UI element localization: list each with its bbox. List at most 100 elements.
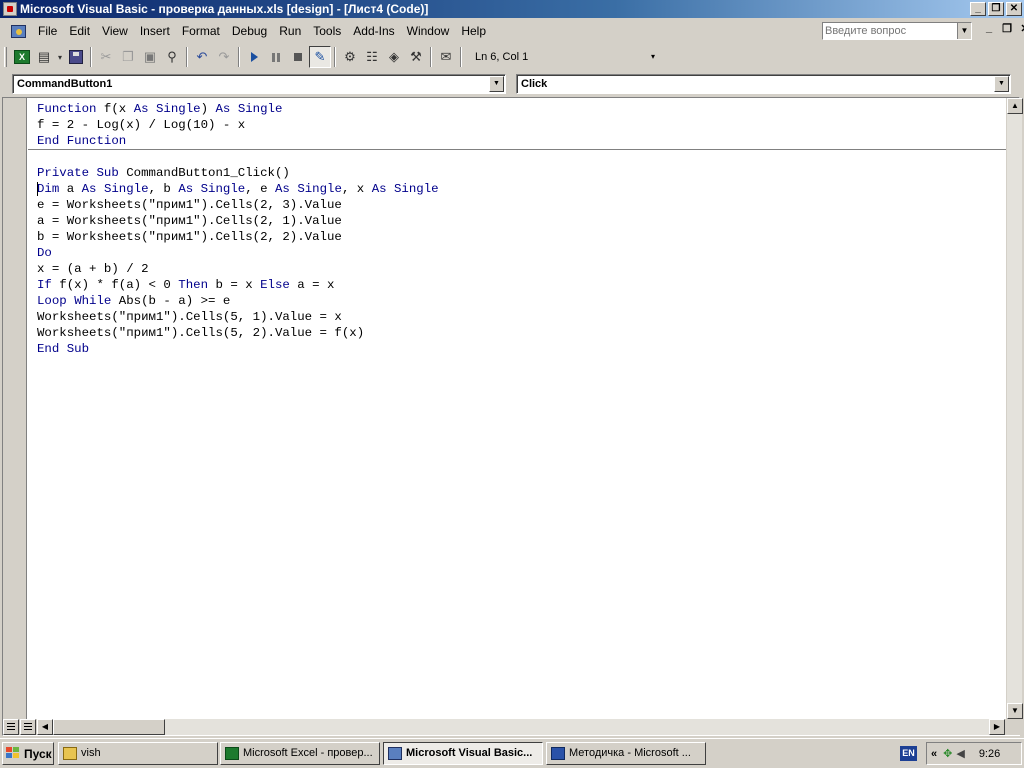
menu-file[interactable]: File — [32, 21, 63, 41]
code-line[interactable]: End Sub — [37, 341, 89, 357]
taskbar: Пуск vish Microsoft Excel - провер... Mi… — [0, 738, 1024, 768]
excel-icon — [225, 747, 239, 760]
redo-button[interactable]: ↷ — [213, 46, 235, 68]
copy-button[interactable]: ❐ — [117, 46, 139, 68]
insert-dropdown-button[interactable]: ▾ — [55, 46, 65, 68]
save-icon — [69, 50, 83, 64]
code-line[interactable]: If f(x) * f(a) < 0 Then b = x Else a = x — [37, 277, 334, 293]
paste-button[interactable]: ▣ — [139, 46, 161, 68]
code-window-icon[interactable] — [10, 23, 26, 39]
scroll-down-icon[interactable]: ▼ — [1007, 703, 1023, 719]
object-combo[interactable]: CommandButton1 ▼ — [12, 74, 506, 94]
toolbar-options-icon[interactable]: ▾ — [651, 47, 655, 67]
code-line[interactable]: End Function — [37, 133, 126, 149]
procedure-separator — [28, 149, 1006, 150]
design-mode-button[interactable]: ✎ — [309, 46, 331, 68]
menu-insert[interactable]: Insert — [134, 21, 176, 41]
window-title: Microsoft Visual Basic - проверка данных… — [20, 2, 429, 16]
word-icon — [551, 747, 565, 760]
vertical-scrollbar[interactable]: ▲ ▼ — [1006, 98, 1023, 719]
code-window-combos: CommandButton1 ▼ Click ▼ — [0, 72, 1024, 96]
help-dropdown-icon[interactable]: ▼ — [957, 23, 971, 39]
menu-window[interactable]: Window — [401, 21, 456, 41]
redo-icon: ↷ — [218, 49, 230, 64]
bottom-bar: ◀ ▶ — [3, 719, 1021, 735]
toolbar-separator — [90, 47, 92, 67]
code-line[interactable]: a = Worksheets("прим1").Cells(2, 1).Valu… — [37, 213, 342, 229]
code-editor[interactable]: Function f(x As Single) As Single f = 2 -… — [28, 98, 1006, 719]
procedure-combo-arrow-icon[interactable]: ▼ — [994, 76, 1009, 92]
document-controls: _ ❐ ✕ — [982, 22, 1024, 35]
menu-view[interactable]: View — [96, 21, 134, 41]
reset-button[interactable] — [287, 46, 309, 68]
code-line[interactable]: Loop While Abs(b - a) >= e — [37, 293, 230, 309]
office-assistant-button[interactable]: ✉ — [435, 46, 457, 68]
network-icon[interactable]: ✥ — [943, 747, 952, 760]
scroll-up-icon[interactable]: ▲ — [1007, 98, 1023, 114]
project-explorer-button[interactable]: ⚙ — [339, 46, 361, 68]
menu-tools[interactable]: Tools — [307, 21, 347, 41]
break-button[interactable] — [265, 46, 287, 68]
object-browser-button[interactable]: ◈ — [383, 46, 405, 68]
toolbar-separator — [238, 47, 240, 67]
taskbar-item-vish[interactable]: vish — [58, 742, 218, 765]
code-line[interactable]: x = (a + b) / 2 — [37, 261, 149, 277]
restore-button[interactable]: ❐ — [988, 2, 1004, 16]
menu-debug[interactable]: Debug — [226, 21, 273, 41]
taskbar-item-visual-basic[interactable]: Microsoft Visual Basic... — [383, 742, 543, 765]
procedure-combo[interactable]: Click ▼ — [516, 74, 1011, 94]
code-line[interactable]: Worksheets("прим1").Cells(5, 1).Value = … — [37, 309, 342, 325]
code-line[interactable]: f = 2 - Log(x) / Log(10) - x — [37, 117, 245, 133]
code-line[interactable]: Worksheets("прим1").Cells(5, 2).Value = … — [37, 325, 364, 341]
help-question-input[interactable] — [823, 25, 957, 37]
object-combo-arrow-icon[interactable]: ▼ — [489, 76, 504, 92]
code-line[interactable]: Function f(x As Single) As Single — [37, 101, 282, 117]
vb-app-icon[interactable] — [3, 2, 17, 16]
doc-minimize-button[interactable]: _ — [982, 22, 996, 35]
properties-window-button[interactable]: ☷ — [361, 46, 383, 68]
code-line[interactable]: Private Sub CommandButton1_Click() — [37, 165, 290, 181]
save-button[interactable] — [65, 46, 87, 68]
title-bar: Microsoft Visual Basic - проверка данных… — [0, 0, 1024, 18]
horizontal-scroll-thumb[interactable] — [53, 719, 165, 735]
taskbar-item-excel[interactable]: Microsoft Excel - провер... — [220, 742, 380, 765]
language-indicator[interactable]: EN — [900, 746, 917, 761]
clock[interactable]: 9:26 — [979, 748, 1000, 760]
menu-format[interactable]: Format — [176, 21, 226, 41]
menu-help[interactable]: Help — [455, 21, 492, 41]
menu-add-ins[interactable]: Add-Ins — [347, 21, 400, 41]
code-line[interactable]: Do — [37, 245, 52, 261]
run-button[interactable] — [243, 46, 265, 68]
full-module-view-button[interactable] — [20, 719, 36, 735]
scroll-right-icon[interactable]: ▶ — [989, 719, 1005, 735]
code-line[interactable]: b = Worksheets("прим1").Cells(2, 2).Valu… — [37, 229, 342, 245]
menu-edit[interactable]: Edit — [63, 21, 96, 41]
minimize-button[interactable]: _ — [970, 2, 986, 16]
project-explorer-icon: ⚙ — [344, 49, 356, 64]
procedure-view-button[interactable] — [3, 719, 19, 735]
horizontal-scrollbar[interactable]: ◀ ▶ — [37, 719, 1005, 735]
doc-close-button[interactable]: ✕ — [1018, 22, 1024, 35]
scroll-left-icon[interactable]: ◀ — [37, 719, 53, 735]
code-line[interactable]: e = Worksheets("прим1").Cells(2, 3).Valu… — [37, 197, 342, 213]
start-button[interactable]: Пуск — [2, 742, 54, 765]
stop-icon — [294, 53, 302, 61]
undo-button[interactable]: ↶ — [191, 46, 213, 68]
show-hidden-icons-button[interactable]: « — [931, 748, 937, 760]
margin-indicator-bar[interactable] — [3, 98, 27, 719]
close-button[interactable]: ✕ — [1006, 2, 1022, 16]
view-excel-button[interactable]: X — [11, 46, 33, 68]
toolbar-separator — [334, 47, 336, 67]
pause-icon — [272, 52, 280, 62]
toolbar-grip[interactable] — [4, 47, 7, 67]
menu-run[interactable]: Run — [273, 21, 307, 41]
toolbox-button[interactable]: ⚒ — [405, 46, 427, 68]
cut-button[interactable]: ✂ — [95, 46, 117, 68]
find-button[interactable]: ⚲ — [161, 46, 183, 68]
insert-userform-button[interactable]: ▤ — [33, 46, 55, 68]
taskbar-item-word[interactable]: Методичка - Microsoft ... — [546, 742, 706, 765]
code-line[interactable]: Dim a As Single, b As Single, e As Singl… — [37, 181, 439, 197]
volume-icon[interactable]: ◀ — [956, 747, 964, 760]
doc-restore-button[interactable]: ❐ — [1000, 22, 1014, 35]
window-controls: _ ❐ ✕ — [970, 2, 1022, 16]
